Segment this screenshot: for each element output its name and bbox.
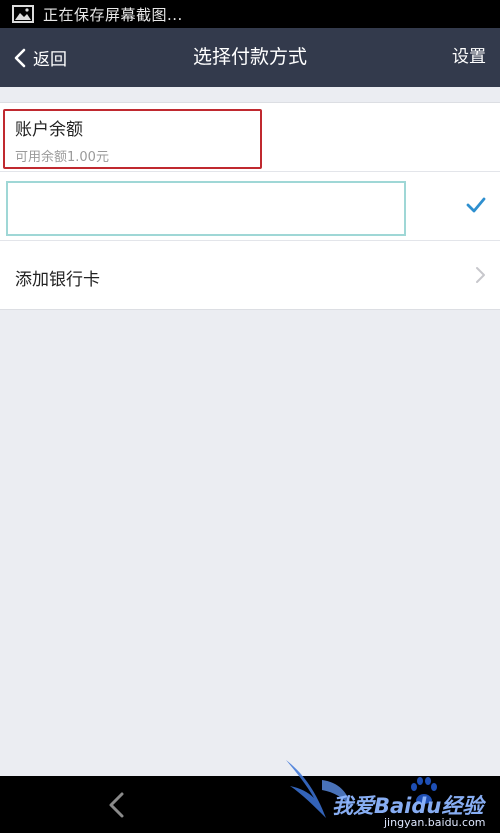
back-label: 返回 (33, 50, 67, 70)
payment-option-balance[interactable]: 账户余额 可用余额1.00元 (0, 103, 500, 172)
payment-method-list: 账户余额 可用余额1.00元 添加银行卡 (0, 102, 500, 310)
redacted-card-box (6, 181, 406, 236)
status-bar: 正在保存屏幕截图... (0, 0, 500, 28)
chevron-left-icon (14, 48, 26, 67)
settings-button[interactable]: 设置 (452, 28, 486, 87)
status-text: 正在保存屏幕截图... (43, 5, 183, 24)
nav-bar: 返回 选择付款方式 设置 (0, 28, 500, 87)
page-title: 选择付款方式 (192, 46, 307, 68)
add-bank-card-label: 添加银行卡 (15, 270, 100, 290)
chevron-right-icon (476, 267, 485, 283)
payment-option-selected[interactable] (0, 172, 500, 241)
balance-available: 可用余额1.00元 (15, 150, 109, 165)
checkmark-icon (466, 197, 486, 213)
back-button[interactable]: 返回 (13, 28, 67, 87)
system-nav-bar (0, 776, 500, 833)
balance-title: 账户余额 (15, 120, 83, 140)
image-icon (12, 5, 34, 23)
add-bank-card[interactable]: 添加银行卡 (0, 241, 500, 309)
system-back-icon[interactable] (107, 791, 125, 819)
